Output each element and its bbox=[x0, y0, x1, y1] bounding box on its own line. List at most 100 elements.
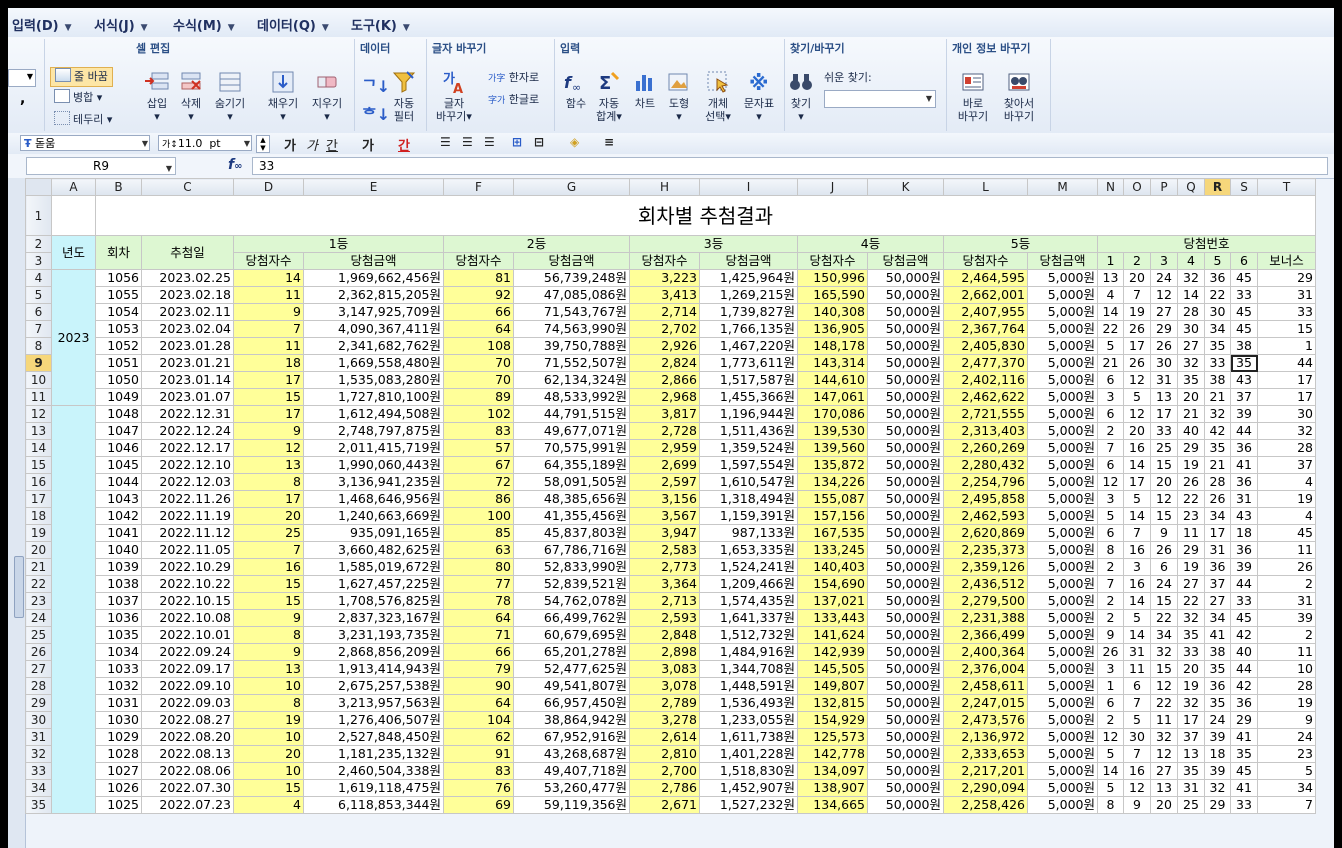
cell[interactable]: 41 bbox=[1230, 456, 1258, 474]
cell[interactable]: 1049 bbox=[95, 388, 142, 406]
cell[interactable]: 145,505 bbox=[797, 660, 868, 678]
cell[interactable]: 4 bbox=[1097, 286, 1124, 304]
cell[interactable]: 2023.02.11 bbox=[141, 303, 234, 321]
cell[interactable]: 1040 bbox=[95, 541, 142, 559]
row-header[interactable]: 7 bbox=[25, 320, 52, 338]
cell[interactable]: 2022.11.05 bbox=[141, 541, 234, 559]
cell[interactable]: 144,610 bbox=[797, 371, 868, 389]
cell[interactable]: 70,575,991원 bbox=[513, 439, 630, 457]
cell[interactable]: 2 bbox=[1097, 592, 1124, 610]
cell[interactable]: 2022.11.26 bbox=[141, 490, 234, 508]
cell[interactable]: 5,000원 bbox=[1027, 473, 1098, 491]
column-header[interactable]: C bbox=[141, 178, 234, 196]
cell[interactable]: 1032 bbox=[95, 677, 142, 695]
cell[interactable]: 15 bbox=[1150, 660, 1178, 678]
cell[interactable]: 25 bbox=[233, 524, 304, 542]
cell[interactable]: 2022.12.24 bbox=[141, 422, 234, 440]
cell[interactable]: 50,000원 bbox=[867, 541, 944, 559]
cell[interactable]: 50,000원 bbox=[867, 762, 944, 780]
cell[interactable]: 17 bbox=[1257, 371, 1316, 389]
cell[interactable]: 1,452,907원 bbox=[699, 779, 798, 797]
fill-color-icon[interactable]: ◈ bbox=[570, 135, 579, 149]
cell[interactable]: 1 bbox=[1257, 337, 1316, 355]
cell[interactable]: 25 bbox=[1177, 796, 1205, 814]
cell[interactable]: 5 bbox=[1097, 337, 1124, 355]
cell[interactable]: 2022.08.13 bbox=[141, 745, 234, 763]
cell[interactable]: 2,462,622 bbox=[943, 388, 1028, 406]
cell[interactable]: 3 bbox=[1097, 490, 1124, 508]
cell[interactable]: 134,665 bbox=[797, 796, 868, 814]
function-button[interactable]: f ∞ 함수 bbox=[560, 69, 592, 110]
column-header[interactable]: E bbox=[303, 178, 444, 196]
cell[interactable]: 2,477,370 bbox=[943, 354, 1028, 372]
cell[interactable]: 6 bbox=[1097, 456, 1124, 474]
cell[interactable]: 50,000원 bbox=[867, 694, 944, 712]
row-header[interactable]: 9 bbox=[25, 354, 52, 372]
font-size-spinner[interactable]: ▲ ▼ bbox=[256, 135, 270, 153]
row-header[interactable]: 24 bbox=[25, 609, 52, 627]
cell[interactable]: 6 bbox=[1123, 677, 1151, 695]
cell[interactable]: 35 bbox=[1177, 762, 1205, 780]
insert-button[interactable]: 삽입 ▾ bbox=[140, 69, 174, 123]
row-header[interactable]: 20 bbox=[25, 541, 52, 559]
borders-icon[interactable]: ⊟ bbox=[534, 135, 544, 149]
cell[interactable]: 36 bbox=[1204, 677, 1231, 695]
cell[interactable]: 24 bbox=[1257, 728, 1316, 746]
cell[interactable]: 91 bbox=[443, 745, 514, 763]
cell[interactable]: 64,355,189원 bbox=[513, 456, 630, 474]
cell[interactable]: 5 bbox=[1123, 711, 1151, 729]
cell[interactable]: 100 bbox=[443, 507, 514, 525]
cell[interactable]: 140,308 bbox=[797, 303, 868, 321]
cell[interactable]: 137,021 bbox=[797, 592, 868, 610]
cell[interactable]: 50,000원 bbox=[867, 779, 944, 797]
cell[interactable]: 8 bbox=[233, 473, 304, 491]
cell[interactable]: 38 bbox=[1230, 337, 1258, 355]
cell[interactable]: 1,669,558,480원 bbox=[303, 354, 444, 372]
cell[interactable]: 29 bbox=[1257, 269, 1316, 287]
italic-icon[interactable]: 가 bbox=[306, 135, 318, 154]
cell[interactable]: 33 bbox=[1230, 796, 1258, 814]
year-cell-2023[interactable]: 2023 bbox=[51, 269, 96, 406]
align-left-icon[interactable]: ☰ bbox=[440, 135, 451, 149]
cell[interactable]: 135,872 bbox=[797, 456, 868, 474]
line-style-icon[interactable]: ≡ bbox=[604, 135, 614, 149]
cell[interactable]: 50,000원 bbox=[867, 473, 944, 491]
cell[interactable]: 6 bbox=[1097, 524, 1124, 542]
cell[interactable]: 5 bbox=[1123, 609, 1151, 627]
cell[interactable]: 40 bbox=[1177, 422, 1205, 440]
cell[interactable]: 70 bbox=[443, 371, 514, 389]
cell[interactable]: 80 bbox=[443, 558, 514, 576]
cell[interactable]: 26 bbox=[1097, 643, 1124, 661]
cell[interactable]: 11 bbox=[233, 286, 304, 304]
select-all-corner[interactable] bbox=[25, 178, 52, 196]
cell[interactable]: 1,159,391원 bbox=[699, 507, 798, 525]
cell[interactable]: 12 bbox=[1097, 473, 1124, 491]
cell[interactable]: 5,000원 bbox=[1027, 762, 1098, 780]
cell[interactable]: 141,624 bbox=[797, 626, 868, 644]
cell[interactable]: 157,156 bbox=[797, 507, 868, 525]
cell[interactable]: 1,401,228원 bbox=[699, 745, 798, 763]
cell[interactable]: 2,376,004 bbox=[943, 660, 1028, 678]
cell[interactable]: 28 bbox=[1204, 473, 1231, 491]
cell[interactable]: 2022.11.19 bbox=[141, 507, 234, 525]
cell[interactable]: 2,662,001 bbox=[943, 286, 1028, 304]
cell[interactable]: 39 bbox=[1204, 728, 1231, 746]
cell[interactable]: 54,762,078원 bbox=[513, 592, 630, 610]
cell[interactable]: 1035 bbox=[95, 626, 142, 644]
cell[interactable]: 35 bbox=[1177, 371, 1205, 389]
align-right-icon[interactable]: ☰ bbox=[484, 135, 495, 149]
cell[interactable]: 50,000원 bbox=[867, 456, 944, 474]
cell[interactable]: 13 bbox=[1150, 388, 1178, 406]
cell[interactable]: 50,000원 bbox=[867, 558, 944, 576]
cell[interactable]: 50,000원 bbox=[867, 745, 944, 763]
cell[interactable]: 66,957,450원 bbox=[513, 694, 630, 712]
cell[interactable]: 7 bbox=[1123, 286, 1151, 304]
row-header[interactable]: 21 bbox=[25, 558, 52, 576]
cell[interactable]: 1056 bbox=[95, 269, 142, 287]
cell[interactable]: 35 bbox=[1177, 626, 1205, 644]
cell[interactable]: 2,279,500 bbox=[943, 592, 1028, 610]
cell[interactable]: 2022.09.03 bbox=[141, 694, 234, 712]
cell[interactable]: 2022.09.17 bbox=[141, 660, 234, 678]
cell[interactable]: 3,567 bbox=[629, 507, 700, 525]
cell[interactable]: 33 bbox=[1204, 354, 1231, 372]
